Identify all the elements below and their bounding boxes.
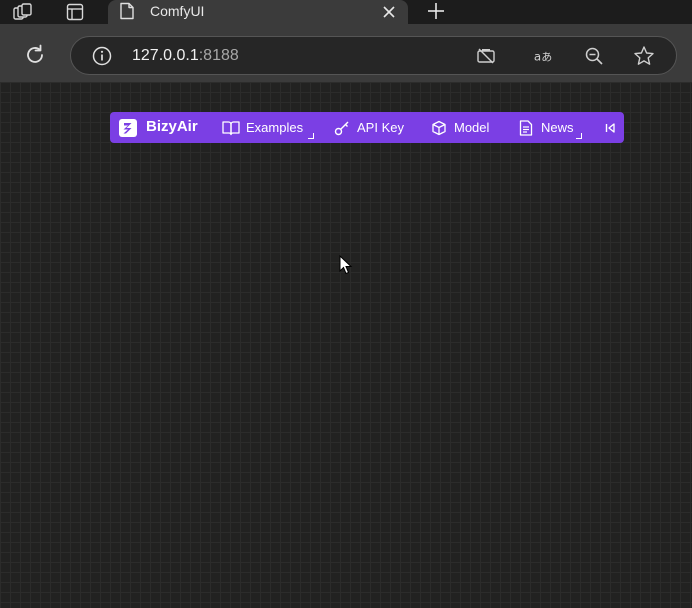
key-icon [333,119,351,137]
bizyair-model-button[interactable]: Model [430,112,489,143]
bizyair-news-button[interactable]: News [517,112,574,143]
book-icon [222,119,240,137]
bizyair-api-key-label: API Key [357,119,404,135]
svg-text:あ: あ [541,51,552,64]
dropdown-corner-icon [308,133,314,139]
reload-icon [27,44,43,63]
bizyair-collapse-button[interactable] [601,112,625,143]
page-icon [119,2,135,20]
document-icon [517,119,535,137]
tab-title: ComfyUI [150,3,205,19]
new-tab-button[interactable] [424,0,448,22]
bizyair-toolbar: BizyAir Examples API Key Model News [110,112,624,143]
star-icon[interactable] [633,45,655,67]
collapse-left-icon [601,119,619,137]
bizyair-model-label: Model [454,119,490,135]
cube-icon [430,119,448,137]
bizyair-logo-icon [119,119,137,137]
svg-text:a: a [534,50,541,64]
translate-icon[interactable]: a あ [533,45,555,67]
camera-off-icon[interactable] [475,45,497,67]
plus-icon [428,3,444,19]
bizyair-api-key-button[interactable]: API Key [333,112,404,143]
zoom-out-icon[interactable] [583,45,605,67]
tab-strip: ComfyUI [0,0,692,26]
browser-toolbar: 127.0.0.1:8188 a あ [0,24,692,82]
workspaces-icon[interactable] [8,0,38,24]
tab-comfyui[interactable]: ComfyUI [108,0,408,26]
reload-button[interactable] [20,42,50,68]
mouse-cursor-icon [339,254,353,275]
close-icon[interactable] [380,3,398,21]
bizyair-brand: BizyAir [146,118,198,135]
url-host: 127.0.0.1 [132,47,199,64]
bizyair-news-label: News [541,119,574,135]
node-canvas[interactable] [0,82,692,608]
tab-actions-icon[interactable] [60,0,90,24]
address-bar[interactable]: 127.0.0.1:8188 a あ [70,36,677,75]
bizyair-examples-label: Examples [246,119,304,135]
url-text: 127.0.0.1:8188 [132,47,239,65]
dropdown-corner-icon [576,133,582,139]
info-icon[interactable] [92,46,112,66]
url-port: :8188 [198,47,239,64]
bizyair-examples-button[interactable]: Examples [222,112,303,143]
